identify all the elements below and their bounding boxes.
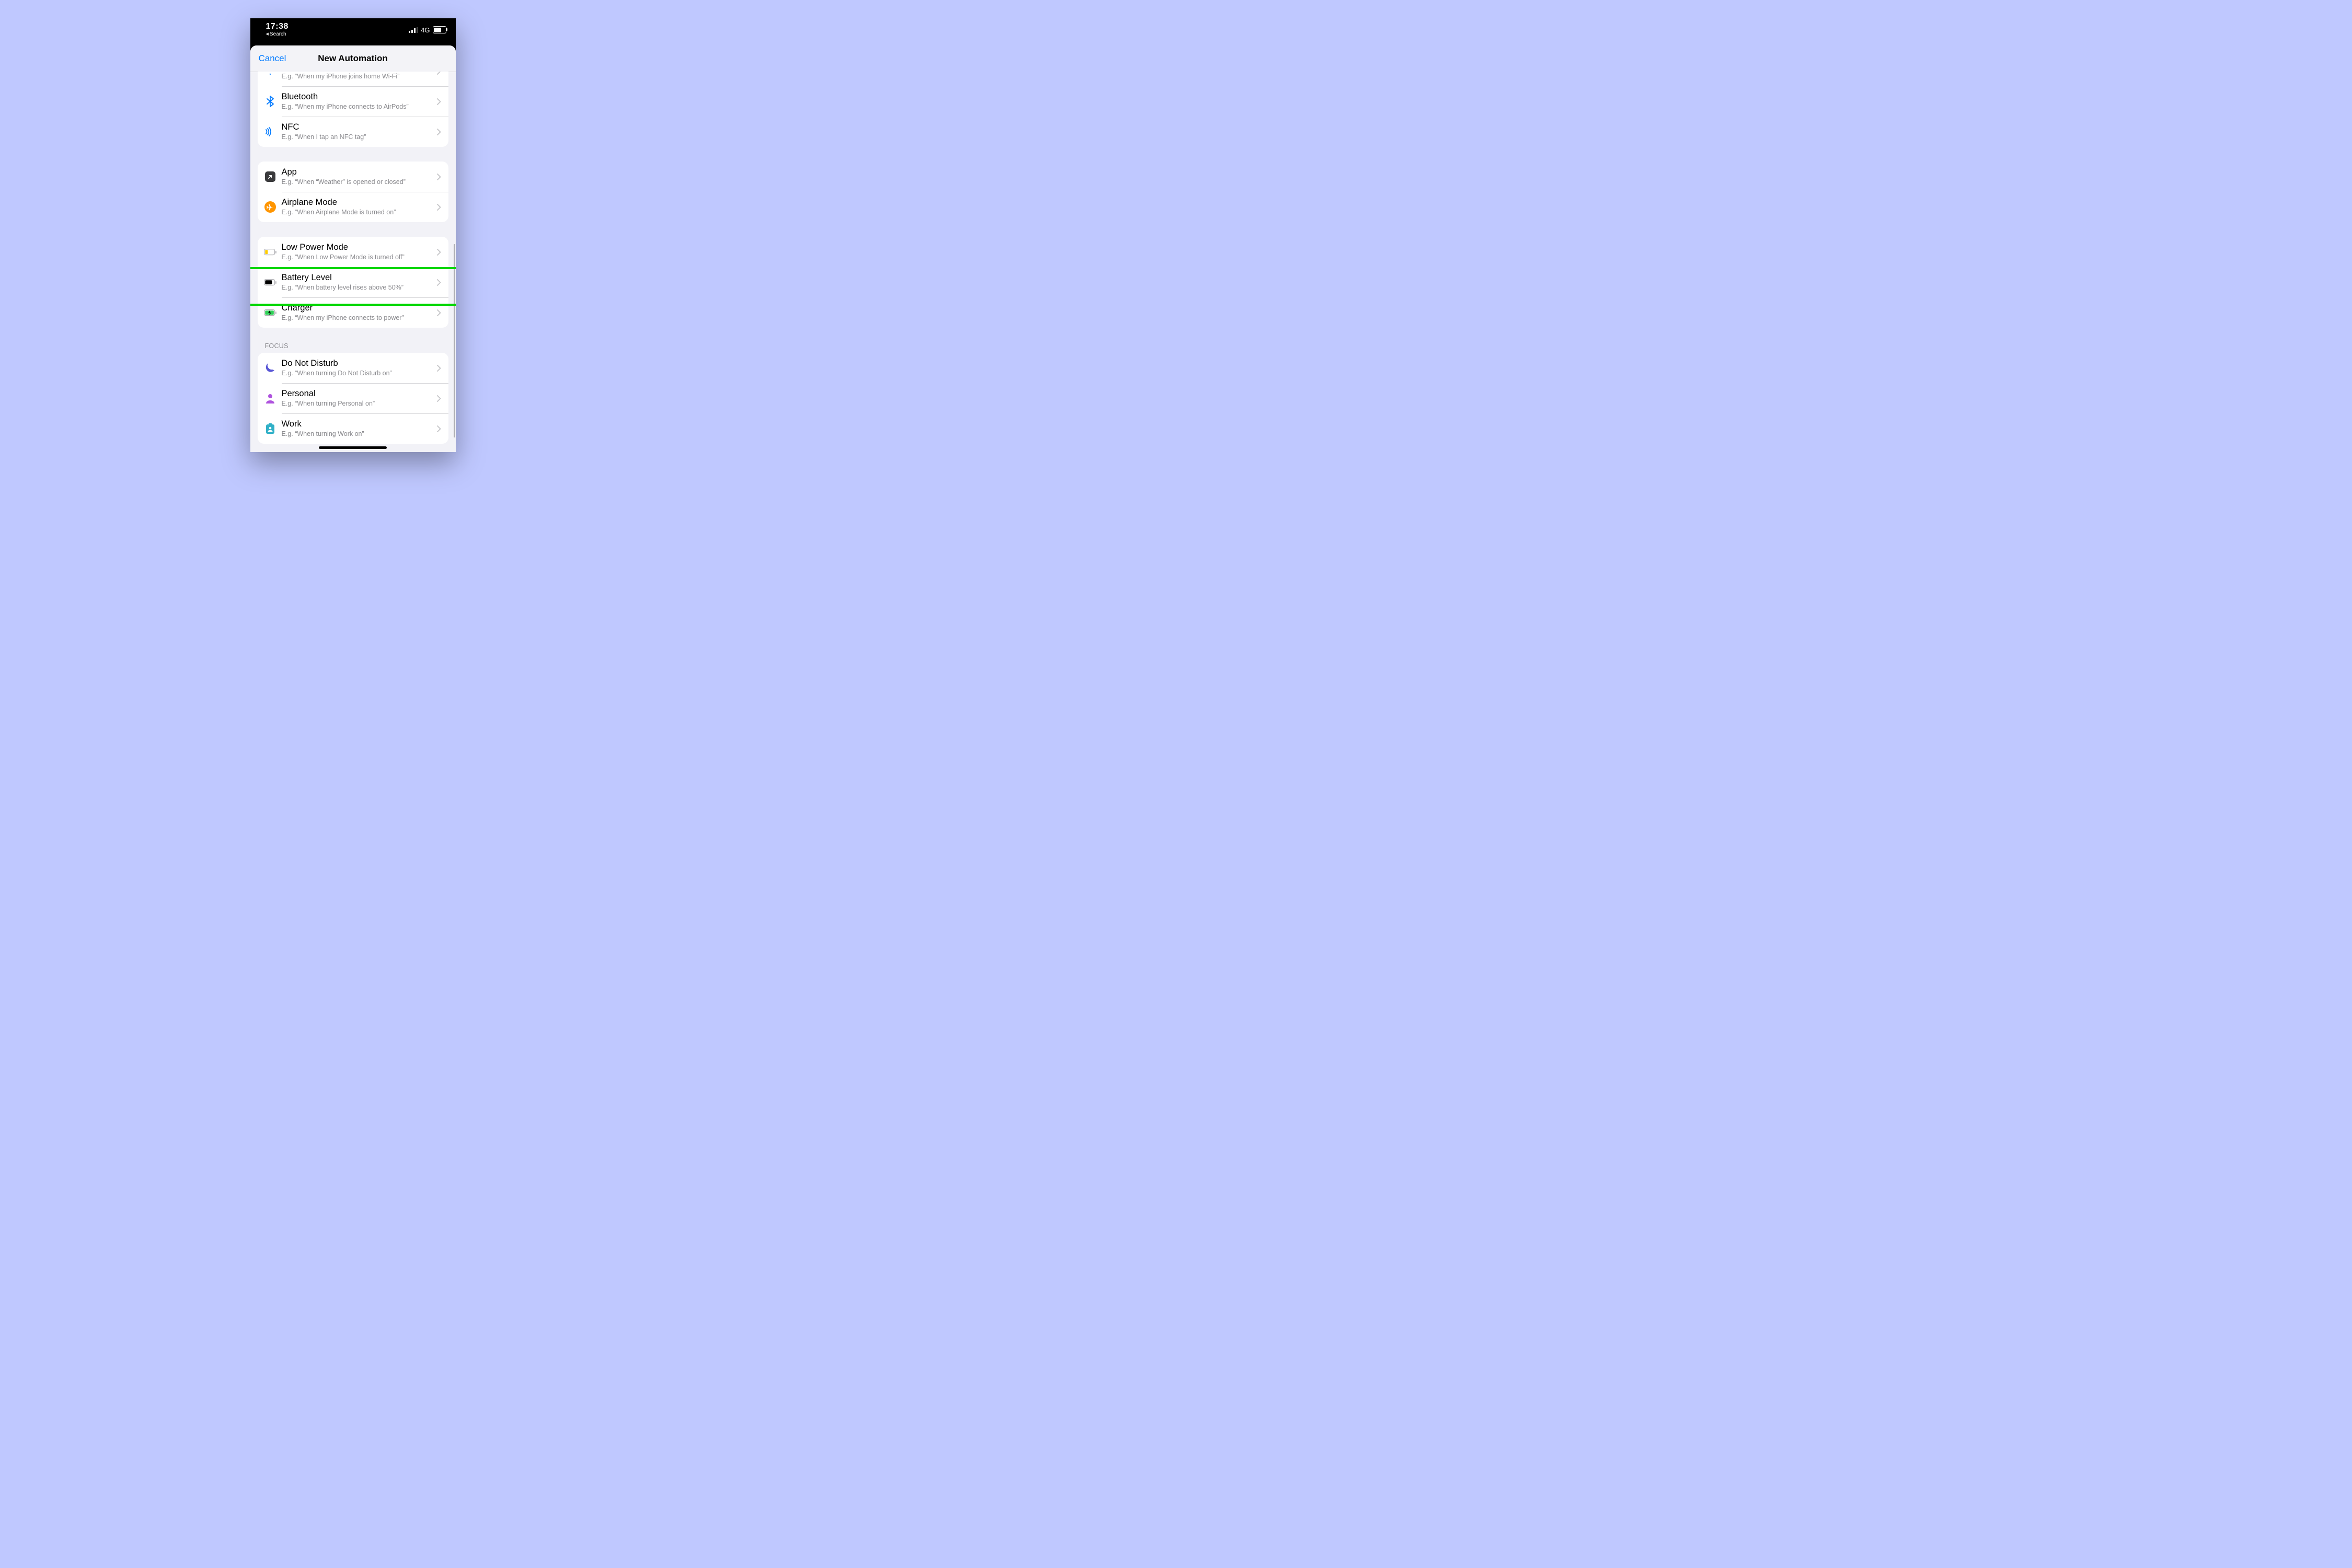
chevron-right-icon bbox=[437, 174, 441, 180]
charger-sub: E.g. “When my iPhone connects to power” bbox=[282, 314, 434, 322]
wifi-icon bbox=[264, 72, 276, 77]
work-title: Work bbox=[282, 419, 434, 430]
signal-icon bbox=[409, 27, 418, 33]
personal-sub: E.g. “When turning Personal on” bbox=[282, 400, 434, 408]
chevron-right-icon bbox=[437, 395, 441, 402]
charger-title: Charger bbox=[282, 303, 434, 314]
app-icon bbox=[264, 170, 276, 183]
group-connectivity: E.g. “When my iPhone joins home Wi-Fi” B… bbox=[258, 72, 448, 147]
row-nfc[interactable]: NFC E.g. “When I tap an NFC tag” bbox=[258, 117, 448, 147]
moon-icon bbox=[264, 362, 276, 374]
airplane-sub: E.g. “When Airplane Mode is turned on” bbox=[282, 209, 434, 217]
work-sub: E.g. “When turning Work on” bbox=[282, 430, 434, 439]
row-wifi[interactable]: E.g. “When my iPhone joins home Wi-Fi” bbox=[258, 72, 448, 86]
chevron-right-icon bbox=[437, 309, 441, 316]
page-title: New Automation bbox=[318, 53, 387, 64]
bluetooth-sub: E.g. “When my iPhone connects to AirPods… bbox=[282, 103, 434, 111]
status-right: 4G bbox=[409, 26, 446, 34]
row-do-not-disturb[interactable]: Do Not Disturb E.g. “When turning Do Not… bbox=[258, 353, 448, 383]
dnd-sub: E.g. “When turning Do Not Disturb on” bbox=[282, 370, 434, 378]
airplane-icon bbox=[264, 201, 276, 213]
row-charger[interactable]: Charger E.g. “When my iPhone connects to… bbox=[258, 297, 448, 328]
person-icon bbox=[264, 392, 276, 405]
personal-title: Personal bbox=[282, 389, 434, 399]
phone-frame: 17:38 Search 4G Cancel New Automation bbox=[250, 18, 456, 452]
chevron-right-icon bbox=[437, 72, 441, 75]
group-app: App E.g. “When “Weather” is opened or cl… bbox=[258, 162, 448, 222]
chevron-right-icon bbox=[437, 98, 441, 105]
nfc-sub: E.g. “When I tap an NFC tag” bbox=[282, 133, 434, 142]
battery-title: Battery Level bbox=[282, 273, 434, 283]
row-battery-level[interactable]: Battery Level E.g. “When battery level r… bbox=[258, 267, 448, 297]
wifi-sub: E.g. “When my iPhone joins home Wi-Fi” bbox=[282, 73, 434, 81]
nfc-title: NFC bbox=[282, 122, 434, 133]
airplane-title: Airplane Mode bbox=[282, 198, 434, 208]
status-time: 17:38 bbox=[266, 22, 289, 31]
home-indicator[interactable] bbox=[319, 446, 387, 449]
row-personal[interactable]: Personal E.g. “When turning Personal on” bbox=[258, 383, 448, 413]
row-airplane-mode[interactable]: Airplane Mode E.g. “When Airplane Mode i… bbox=[258, 192, 448, 222]
row-bluetooth[interactable]: Bluetooth E.g. “When my iPhone connects … bbox=[258, 86, 448, 117]
chevron-right-icon bbox=[437, 249, 441, 256]
dnd-title: Do Not Disturb bbox=[282, 359, 434, 369]
chevron-right-icon bbox=[437, 279, 441, 286]
chevron-right-icon bbox=[437, 129, 441, 135]
lowpower-title: Low Power Mode bbox=[282, 243, 434, 253]
network-label: 4G bbox=[421, 26, 430, 34]
cancel-button[interactable]: Cancel bbox=[259, 53, 286, 64]
lowpower-sub: E.g. “When Low Power Mode is turned off” bbox=[282, 253, 434, 262]
breadcrumb-back[interactable]: Search bbox=[266, 32, 289, 37]
badge-icon bbox=[264, 422, 276, 435]
scroll-area[interactable]: E.g. “When my iPhone joins home Wi-Fi” B… bbox=[250, 72, 456, 452]
group-focus: Do Not Disturb E.g. “When turning Do Not… bbox=[258, 353, 448, 444]
low-power-icon bbox=[264, 246, 276, 258]
section-header-focus: Focus bbox=[265, 342, 441, 350]
row-low-power-mode[interactable]: Low Power Mode E.g. “When Low Power Mode… bbox=[258, 237, 448, 267]
chevron-right-icon bbox=[437, 425, 441, 432]
battery-level-icon bbox=[264, 276, 276, 289]
modal-sheet: Cancel New Automation E.g. “When my iPho… bbox=[250, 45, 456, 452]
charger-icon bbox=[264, 306, 276, 319]
nfc-icon bbox=[264, 125, 276, 138]
bluetooth-title: Bluetooth bbox=[282, 92, 434, 102]
chevron-right-icon bbox=[437, 204, 441, 211]
bluetooth-icon bbox=[264, 95, 276, 108]
status-bar: 17:38 Search 4G bbox=[250, 18, 456, 41]
chevron-right-icon bbox=[437, 365, 441, 372]
nav-bar: Cancel New Automation bbox=[250, 45, 456, 72]
group-battery: Low Power Mode E.g. “When Low Power Mode… bbox=[258, 237, 448, 328]
battery-icon bbox=[433, 26, 446, 33]
app-title: App bbox=[282, 167, 434, 178]
row-app[interactable]: App E.g. “When “Weather” is opened or cl… bbox=[258, 162, 448, 192]
battery-sub: E.g. “When battery level rises above 50%… bbox=[282, 284, 434, 292]
app-sub: E.g. “When “Weather” is opened or closed… bbox=[282, 178, 434, 187]
scroll-indicator bbox=[454, 244, 455, 437]
row-work[interactable]: Work E.g. “When turning Work on” bbox=[258, 413, 448, 444]
